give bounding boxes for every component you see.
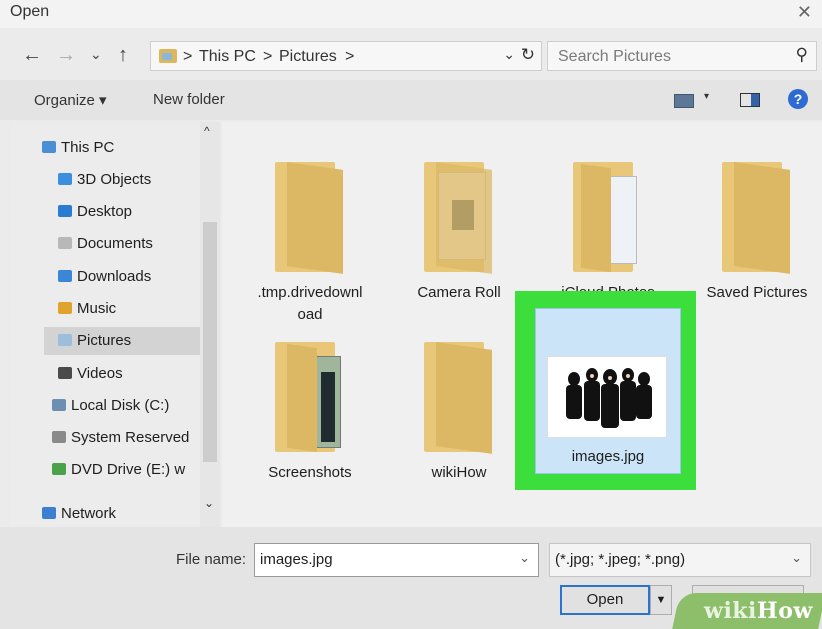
music-icon: [58, 302, 72, 314]
search-input[interactable]: Search Pictures ⚲: [547, 41, 817, 71]
sidebar-item-label: Music: [77, 300, 117, 317]
file-label: Screenshots: [268, 464, 352, 481]
desktop-icon: [58, 205, 72, 217]
screenshots-folder-icon: [275, 342, 347, 453]
chevron-down-icon[interactable]: ⌄: [791, 550, 802, 566]
breadcrumb-pictures[interactable]: Pictures: [279, 48, 337, 66]
folder-icon: [275, 162, 347, 274]
navigation-pane: This PC 3D Objects Desktop Documents Dow…: [10, 122, 220, 527]
sidebar-item-music[interactable]: Music: [58, 295, 116, 323]
folder-icon: [722, 162, 794, 274]
sidebar-item-label: Pictures: [77, 332, 132, 349]
file-name-value: images.jpg: [260, 551, 333, 568]
wikihow-watermark: wikiHow: [704, 598, 813, 624]
scroll-up-icon[interactable]: ^: [204, 124, 210, 138]
videos-icon: [58, 367, 72, 379]
file-type-value: (*.jpg; *.jpeg; *.png): [555, 551, 686, 568]
command-toolbar: Organize ▾ New folder ▾ ?: [0, 80, 822, 120]
disk-icon: [52, 399, 66, 411]
file-label: Saved Pictures: [706, 284, 808, 301]
change-view-icon[interactable]: [674, 94, 694, 108]
sidebar-item-label: Documents: [77, 235, 153, 252]
open-options-dropdown[interactable]: ▼: [650, 585, 672, 615]
sidebar-item-desktop[interactable]: Desktop: [58, 198, 132, 226]
up-arrow-icon[interactable]: ↑: [118, 44, 128, 67]
folder-icon: [424, 342, 496, 454]
pictures-icon: [58, 334, 72, 346]
pictures-folder-icon: [159, 49, 177, 63]
sidebar-item-downloads[interactable]: Downloads: [58, 263, 151, 291]
cube-icon: [58, 173, 72, 185]
breadcrumb-this-pc[interactable]: This PC: [199, 48, 256, 66]
view-options-dropdown-icon[interactable]: ▾: [704, 91, 709, 102]
file-label: .tmp.drivedownl oad: [257, 284, 363, 323]
address-bar[interactable]: > This PC > Pictures > ⌄ ↻: [150, 41, 542, 71]
sidebar-item-label: Downloads: [77, 268, 152, 285]
forward-arrow-icon[interactable]: →: [56, 44, 76, 67]
organize-button[interactable]: Organize ▾: [34, 91, 107, 109]
close-icon[interactable]: ✕: [797, 2, 812, 23]
preview-pane-icon[interactable]: [740, 93, 760, 107]
open-button[interactable]: Open: [560, 585, 650, 615]
recent-locations-chevron-icon[interactable]: ⌄: [90, 46, 102, 63]
breadcrumb-separator: >: [345, 48, 355, 65]
sidebar-item-system-reserved[interactable]: System Reserved: [52, 424, 189, 452]
file-name-input[interactable]: images.jpg ⌄: [254, 543, 539, 577]
window-title: Open: [10, 3, 50, 20]
back-arrow-icon[interactable]: ←: [22, 44, 42, 67]
document-icon: [58, 237, 72, 249]
sidebar-item-documents[interactable]: Documents: [58, 230, 153, 258]
sidebar-item-label: Videos: [77, 365, 123, 382]
disk-icon: [52, 431, 66, 443]
sidebar-item-3d-objects[interactable]: 3D Objects: [58, 166, 151, 194]
sidebar-item-label: 3D Objects: [77, 171, 152, 188]
breadcrumb-separator: >: [263, 48, 273, 65]
search-placeholder: Search Pictures: [558, 48, 671, 65]
sidebar-item-label: DVD Drive (E:) w: [71, 461, 186, 478]
search-icon[interactable]: ⚲: [796, 45, 808, 65]
camera-folder-icon: [424, 162, 496, 274]
sidebar-item-label: Desktop: [77, 203, 133, 220]
computer-icon: [42, 141, 56, 153]
image-thumbnail: [547, 356, 667, 438]
sidebar-item-label: System Reserved: [71, 429, 190, 446]
file-label: wikiHow: [431, 464, 487, 481]
help-icon[interactable]: ?: [788, 89, 808, 109]
dvd-icon: [52, 463, 66, 475]
refresh-icon[interactable]: ↻: [521, 45, 535, 65]
network-icon: [42, 507, 56, 519]
download-icon: [58, 270, 72, 282]
title-bar: Open ✕: [0, 0, 822, 28]
breadcrumb-separator: >: [183, 48, 193, 65]
sidebar-item-label: Local Disk (C:): [71, 397, 170, 414]
file-type-select[interactable]: (*.jpg; *.jpeg; *.png) ⌄: [549, 543, 811, 577]
sidebar-item-videos[interactable]: Videos: [58, 360, 123, 388]
address-row: ← → ⌄ ↑ > This PC > Pictures > ⌄ ↻ Searc…: [0, 34, 822, 78]
sidebar-item-local-disk[interactable]: Local Disk (C:): [52, 392, 169, 420]
new-folder-button[interactable]: New folder: [153, 91, 225, 108]
sidebar-scrollbar[interactable]: ^ ⌄: [200, 122, 220, 527]
scrollbar-thumb[interactable]: [203, 222, 217, 462]
sidebar-item-pictures[interactable]: Pictures: [44, 327, 210, 355]
file-label: images.jpg: [571, 448, 645, 465]
file-label: Camera Roll: [417, 284, 501, 301]
chevron-down-icon[interactable]: ⌄: [519, 550, 530, 566]
sidebar-item-network[interactable]: Network: [42, 500, 116, 528]
sidebar-item-this-pc[interactable]: This PC: [42, 134, 114, 162]
sidebar-item-dvd-drive[interactable]: DVD Drive (E:) w: [52, 456, 185, 484]
file-name-label: File name:: [176, 551, 247, 568]
photos-folder-icon: [573, 162, 645, 273]
sidebar-item-label: This PC: [61, 139, 115, 156]
address-dropdown-icon[interactable]: ⌄: [503, 46, 515, 63]
scroll-down-icon[interactable]: ⌄: [204, 496, 214, 510]
sidebar-item-label: Network: [61, 505, 117, 522]
